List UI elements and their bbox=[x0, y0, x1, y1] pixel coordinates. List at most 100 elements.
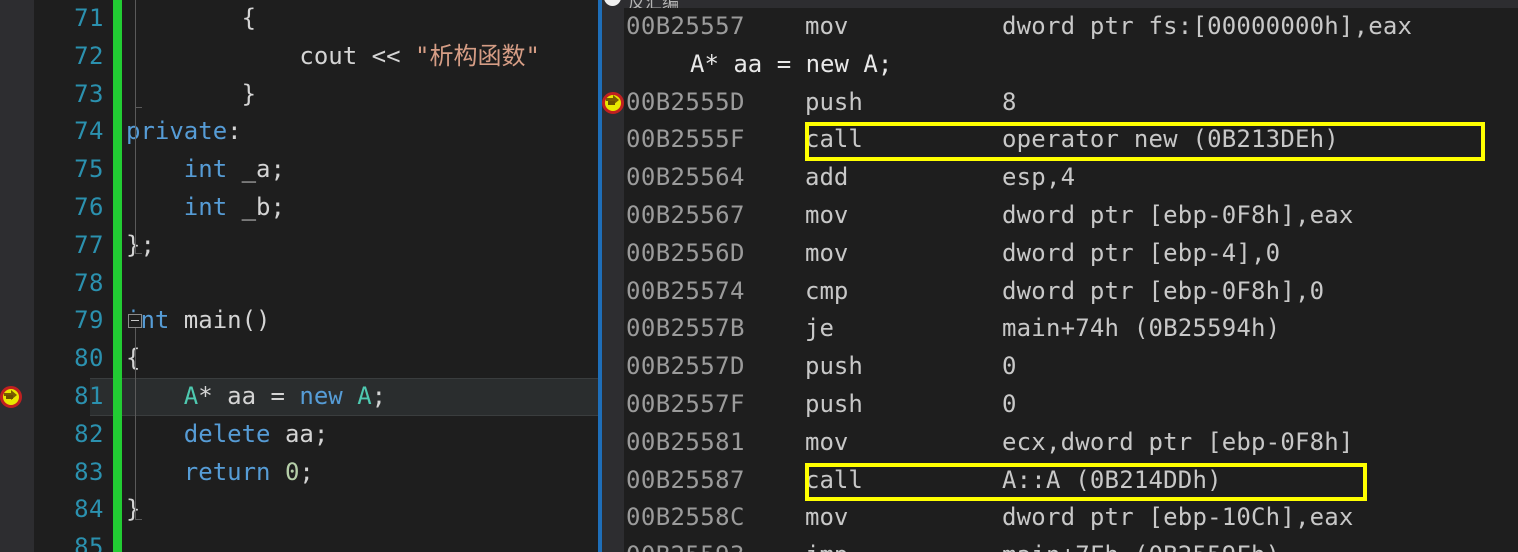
editor-text-area[interactable]: 71 {72 cout << "析构函数" 73 } 74 private: 75 in… bbox=[34, 0, 598, 552]
code-line[interactable]: 73 } bbox=[34, 75, 598, 114]
change-indicator-bar bbox=[113, 415, 122, 454]
disassembly-gutter[interactable] bbox=[602, 8, 624, 552]
instruction-mnemonic: push bbox=[805, 87, 863, 116]
code-text: } bbox=[126, 495, 141, 524]
instruction-mnemonic: mov bbox=[805, 200, 849, 229]
disassembly-instruction-row[interactable]: 00B25557 mov dword ptr fs:[00000000h],eax bbox=[624, 8, 1518, 46]
document-icon bbox=[604, 0, 621, 6]
current-statement-marker-icon[interactable] bbox=[602, 91, 624, 114]
class-scope-guide bbox=[135, 0, 136, 253]
disassembly-instruction-row[interactable]: 00B25581 mov ecx,dword ptr [ebp-0F8h] bbox=[624, 424, 1518, 462]
disassembly-instruction-row[interactable]: 00B2556D mov dword ptr [ebp-4],0 bbox=[624, 235, 1518, 273]
change-indicator-bar bbox=[113, 529, 122, 552]
disassembly-instruction-row[interactable]: 00B25567 mov dword ptr [ebp-0F8h],eax bbox=[624, 197, 1518, 235]
instruction-address: 00B2555D bbox=[626, 87, 745, 116]
arrow-head bbox=[11, 389, 17, 400]
line-number: 77 bbox=[74, 230, 104, 259]
line-number: 74 bbox=[74, 117, 104, 146]
code-line[interactable]: 85 bbox=[34, 529, 598, 552]
code-line[interactable]: 84} bbox=[34, 491, 598, 530]
instruction-address: 00B2556D bbox=[626, 238, 745, 267]
code-text: A* aa = new A; bbox=[183, 381, 387, 410]
disassembly-instruction-row[interactable]: 00B25587 call A::A (0B214DDh) bbox=[624, 462, 1518, 500]
class-scope-guide-cap-bottom bbox=[135, 252, 142, 254]
code-line[interactable]: 82 delete aa; bbox=[34, 415, 598, 454]
line-number: 83 bbox=[74, 457, 104, 486]
line-number: 71 bbox=[74, 4, 104, 32]
disassembly-instruction-row[interactable]: 00B2557B je main+74h (0B25594h) bbox=[624, 310, 1518, 348]
change-indicator-bar bbox=[113, 377, 122, 416]
collapse-region-toggle[interactable] bbox=[128, 314, 142, 329]
instruction-mnemonic: add bbox=[805, 163, 849, 192]
source-statement-text: A* aa = new A; bbox=[690, 49, 893, 78]
instruction-address: 00B25587 bbox=[626, 465, 745, 494]
code-line[interactable]: 71 { bbox=[34, 0, 598, 38]
disassembly-instruction-row[interactable]: 00B2557D push 0 bbox=[624, 348, 1518, 386]
instruction-address: 00B25593 bbox=[626, 537, 745, 552]
code-text: { bbox=[241, 4, 257, 32]
disassembly-instruction-row[interactable]: 00B25574 cmp dword ptr [ebp-0F8h],0 bbox=[624, 273, 1518, 311]
instruction-address: 00B2557B bbox=[626, 314, 745, 343]
line-number: 84 bbox=[74, 495, 104, 524]
code-line[interactable]: 78 bbox=[34, 264, 598, 303]
code-text: }; bbox=[126, 230, 155, 259]
code-text: int _b; bbox=[183, 192, 285, 221]
class-scope-guide-cap-top bbox=[135, 107, 142, 109]
code-line[interactable]: 79 int main() bbox=[34, 302, 598, 341]
main-scope-guide-cap-bottom bbox=[135, 519, 142, 521]
tab-disassembly-label: 反汇编 bbox=[628, 0, 679, 8]
line-number: 82 bbox=[74, 419, 104, 448]
change-indicator-bar bbox=[113, 491, 122, 530]
code-text: cout << "析构函数" bbox=[299, 41, 540, 70]
disassembly-instruction-row[interactable]: 00B2557F push 0 bbox=[624, 386, 1518, 424]
instruction-mnemonic: mov bbox=[805, 503, 849, 532]
code-line[interactable]: 76 int _b; bbox=[34, 188, 598, 227]
instruction-mnemonic: cmp bbox=[805, 276, 849, 305]
code-text: private: bbox=[126, 117, 242, 146]
disassembly-source-line[interactable]: A* aa = new A; bbox=[624, 46, 1518, 84]
instruction-operands: main+74h (0B25594h) bbox=[1002, 314, 1281, 343]
instruction-operands: 0 bbox=[1002, 389, 1017, 418]
disassembly-instruction-row[interactable]: 00B25593 jmp main+7Fh (0B2559Fh) bbox=[624, 537, 1518, 552]
change-indicator-bar bbox=[113, 0, 122, 38]
code-line[interactable]: 77}; bbox=[34, 226, 598, 265]
source-code-editor[interactable]: 71 {72 cout << "析构函数" 73 } 74 private: 75 in… bbox=[0, 0, 598, 552]
instruction-address: 00B25581 bbox=[626, 427, 745, 456]
code-line[interactable]: 75 int _a; bbox=[34, 151, 598, 189]
instruction-mnemonic: push bbox=[805, 389, 863, 418]
current-statement-marker-icon[interactable] bbox=[0, 386, 22, 408]
disassembly-instruction-row[interactable]: 00B2555D push 8 bbox=[624, 84, 1518, 122]
code-line[interactable]: 72 cout << "析构函数" bbox=[34, 37, 598, 76]
breakpoint-gutter[interactable] bbox=[0, 0, 34, 552]
instruction-operands: 8 bbox=[1002, 87, 1017, 116]
code-line[interactable]: 83 return 0; bbox=[34, 453, 598, 492]
change-indicator-bar bbox=[113, 188, 122, 227]
code-line[interactable]: 81 A* aa = new A; bbox=[34, 377, 598, 416]
instruction-address: 00B25574 bbox=[626, 276, 745, 305]
disassembly-window[interactable]: 反汇编 00B25557 mov dword ptr fs:[00000000h],… bbox=[602, 0, 1518, 552]
change-indicator-bar bbox=[113, 151, 122, 189]
code-text: int main() bbox=[126, 306, 271, 335]
disassembly-instruction-row[interactable]: 00B2555F call operator new (0B213DEh) bbox=[624, 121, 1518, 159]
instruction-operands: A::A (0B214DDh) bbox=[1002, 465, 1222, 494]
visual-studio-debug-view: 71 {72 cout << "析构函数" 73 } 74 private: 75 in… bbox=[0, 0, 1518, 552]
disassembly-instruction-row[interactable]: 00B2558C mov dword ptr [ebp-10Ch],eax bbox=[624, 499, 1518, 537]
disassembly-list[interactable]: 00B25557 mov dword ptr fs:[00000000h],eax A… bbox=[624, 8, 1518, 552]
instruction-operands: dword ptr fs:[00000000h],eax bbox=[1002, 12, 1413, 40]
change-indicator-bar bbox=[113, 264, 122, 303]
code-line[interactable]: 80 { bbox=[34, 340, 598, 378]
disassembly-instruction-row[interactable]: 00B25564 add esp,4 bbox=[624, 159, 1518, 197]
instruction-operands: 0 bbox=[1002, 352, 1017, 381]
change-indicator-bar bbox=[113, 37, 122, 76]
code-text: int _a; bbox=[183, 155, 285, 184]
instruction-mnemonic: mov bbox=[805, 238, 849, 267]
instruction-address: 00B2558C bbox=[626, 503, 745, 532]
instruction-operands: esp,4 bbox=[1002, 163, 1076, 192]
code-text: { bbox=[126, 344, 141, 373]
code-line[interactable]: 74 private: bbox=[34, 113, 598, 152]
line-number: 81 bbox=[74, 381, 104, 410]
main-scope-guide bbox=[135, 324, 136, 520]
disassembly-tab-strip[interactable]: 反汇编 bbox=[602, 0, 1518, 8]
line-number: 73 bbox=[74, 79, 104, 108]
instruction-mnemonic: call bbox=[805, 465, 863, 494]
